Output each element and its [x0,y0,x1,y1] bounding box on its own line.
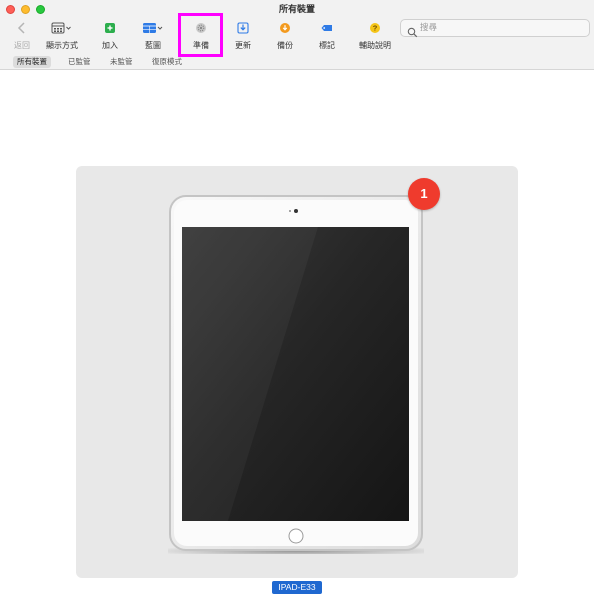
filter-recovery-mode[interactable]: 復原模式 [148,56,186,68]
blueprint-button[interactable]: 藍圖 [131,19,175,53]
blueprint-icon [131,21,175,35]
help-button[interactable]: ? 輔助說明 [353,19,397,53]
ipad-device-image [168,195,424,554]
device-name-label[interactable]: IPAD-E33 [272,581,322,594]
titlebar: 所有裝置 返回 顯示方式 加入 藍圖 準備 更新 備份 標記 ? 輔助說明 搜尋… [0,0,594,70]
filter-supervised[interactable]: 已監管 [64,56,95,68]
add-icon [88,21,132,35]
update-icon [221,21,265,35]
chevron-left-icon [0,21,44,35]
tag-button[interactable]: 標記 [305,19,349,53]
help-label: 輔助說明 [359,41,391,50]
svg-text:?: ? [373,24,378,33]
tag-icon [305,21,349,35]
device-card[interactable]: 1 [76,166,518,578]
help-icon: ? [353,21,397,35]
filter-all-devices[interactable]: 所有裝置 [13,56,51,68]
view-options-button[interactable]: 顯示方式 [40,19,84,53]
view-options-icon [40,21,84,35]
prepare-highlight-box [178,13,223,57]
backup-icon [263,21,307,35]
window-title: 所有裝置 [278,5,315,15]
device-badge: 1 [408,178,440,210]
search-field[interactable] [400,19,590,38]
search-input[interactable] [420,21,580,35]
filter-unsupervised[interactable]: 未監管 [106,56,137,68]
search-icon [407,23,418,38]
apple-configurator-window: 所有裝置 返回 顯示方式 加入 藍圖 準備 更新 備份 標記 ? 輔助說明 搜尋… [0,0,594,616]
